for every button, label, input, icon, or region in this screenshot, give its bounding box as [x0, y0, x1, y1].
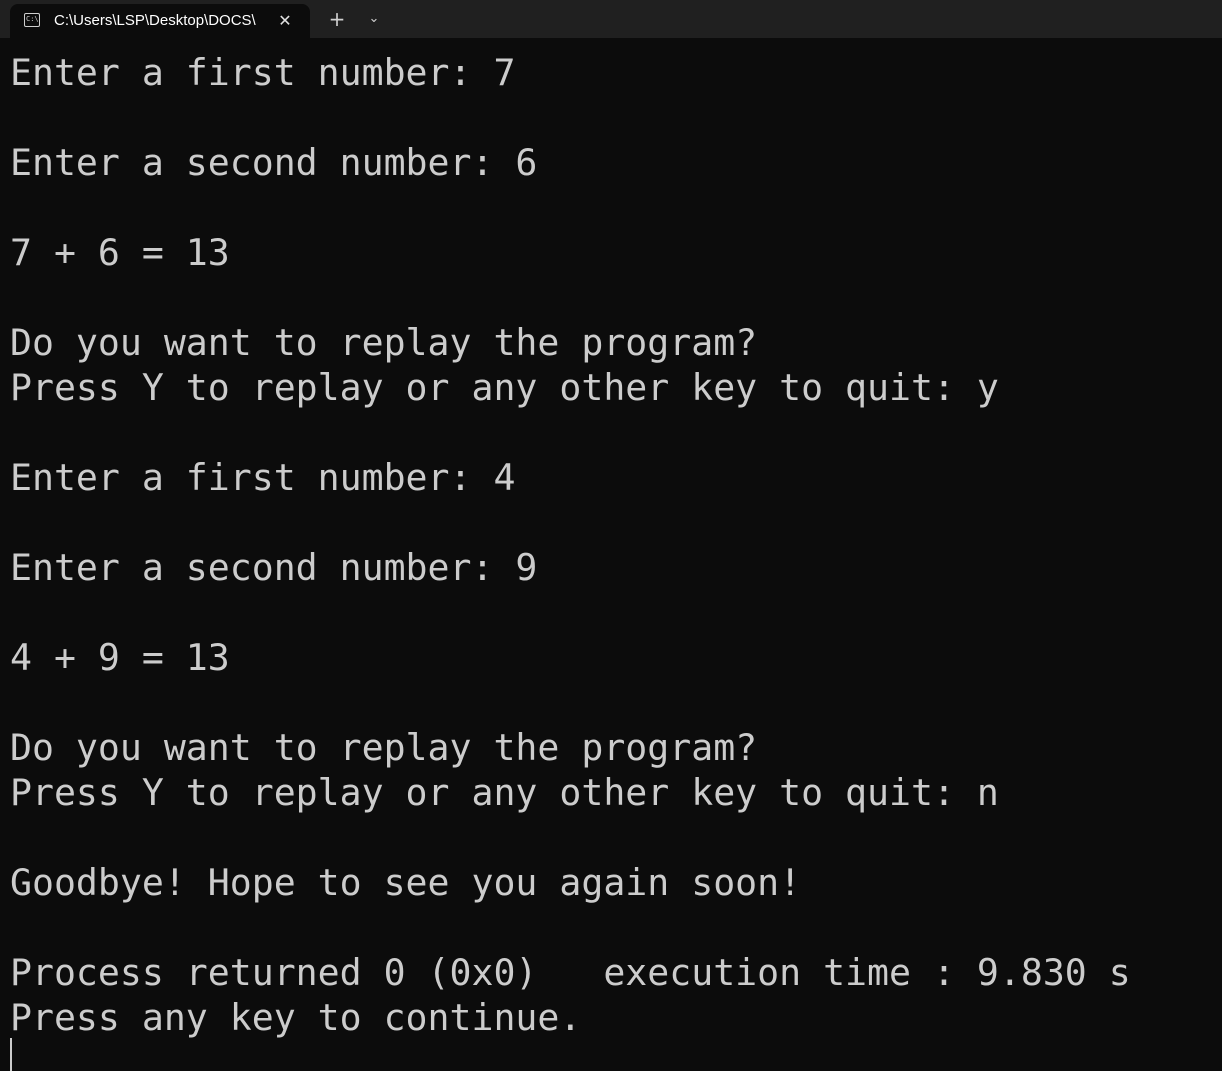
chevron-down-icon[interactable]: ⌄	[362, 7, 386, 31]
tab-active[interactable]: C:\Users\LSP\Desktop\DOCS\ ✕	[10, 4, 310, 38]
text-cursor	[10, 1038, 12, 1071]
console-icon	[24, 13, 40, 27]
terminal-line: Process returned 0 (0x0) execution time …	[10, 951, 1131, 994]
terminal-output[interactable]: Enter a first number: 7 Enter a second n…	[10, 50, 1131, 1040]
close-icon[interactable]: ✕	[274, 10, 296, 32]
terminal-line: 4 + 9 = 13	[10, 636, 230, 679]
terminal-line: Enter a second number: 6	[10, 141, 538, 184]
terminal-line: 7 + 6 = 13	[10, 231, 230, 274]
terminal-line: Press any key to continue.	[10, 996, 582, 1039]
terminal-line: Do you want to replay the program?	[10, 321, 758, 364]
terminal-line: Enter a first number: 4	[10, 456, 516, 499]
terminal-line: Press Y to replay or any other key to qu…	[10, 771, 999, 814]
terminal-line: Enter a first number: 7	[10, 51, 516, 94]
terminal-line: Do you want to replay the program?	[10, 726, 758, 769]
terminal-window: C:\Users\LSP\Desktop\DOCS\ ✕ + ⌄ Enter a…	[0, 0, 1222, 1071]
tab-bar: C:\Users\LSP\Desktop\DOCS\ ✕ + ⌄	[0, 0, 1222, 38]
terminal-line: Press Y to replay or any other key to qu…	[10, 366, 999, 409]
terminal-line: Enter a second number: 9	[10, 546, 538, 589]
terminal-line: Goodbye! Hope to see you again soon!	[10, 861, 802, 904]
tab-title: C:\Users\LSP\Desktop\DOCS\	[54, 12, 256, 29]
new-tab-button[interactable]: +	[324, 7, 350, 31]
